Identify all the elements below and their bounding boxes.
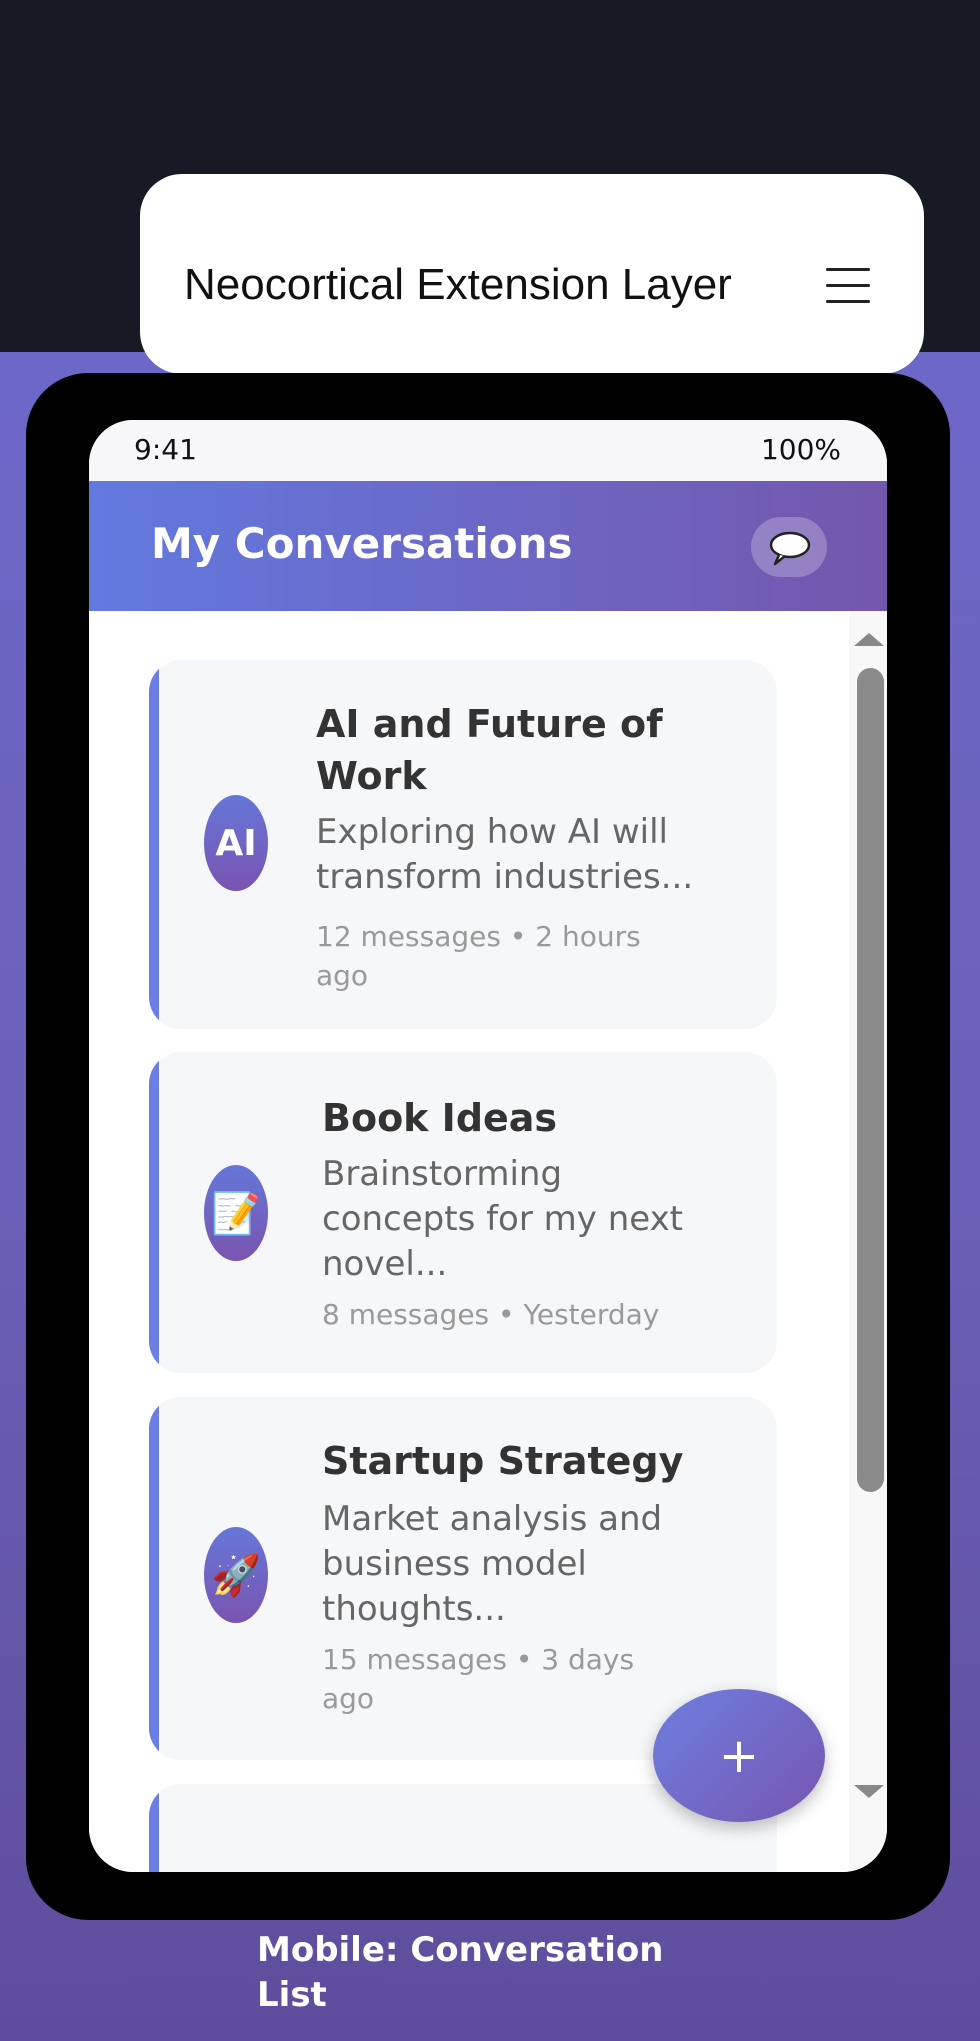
conversation-title: Startup Strategy: [322, 1439, 684, 1483]
app-title: Neocortical Extension Layer: [184, 260, 732, 309]
conversation-avatar: AI: [204, 795, 268, 891]
card-accent: [149, 1784, 159, 1872]
status-bar: 9:41 100%: [89, 420, 887, 481]
card-accent: [149, 1397, 159, 1760]
conversation-meta: 15 messages • 3 days ago: [322, 1643, 635, 1715]
screen-caption: Mobile: Conversation List: [257, 1930, 664, 2015]
hamburger-menu-icon[interactable]: [826, 266, 870, 306]
card-accent: [149, 1052, 159, 1373]
page-title: My Conversations: [151, 519, 573, 568]
conversation-preview: Market analysis and business model thoug…: [322, 1499, 663, 1629]
rocket-icon: 🚀: [204, 1527, 268, 1623]
conversation-meta: 8 messages • Yesterday: [322, 1298, 660, 1331]
conversation-list[interactable]: AI AI and Future of Work Exploring how A…: [89, 611, 849, 1872]
speech-bubble-icon: [769, 531, 811, 566]
scrollbar[interactable]: [849, 611, 887, 1872]
conversation-title: Book Ideas: [322, 1096, 558, 1140]
conversation-card[interactable]: 📝 Book Ideas Brainstorming concepts for …: [149, 1052, 777, 1373]
scroll-down-arrow-icon[interactable]: [854, 1785, 884, 1798]
memo-icon: 📝: [204, 1165, 268, 1261]
conversation-title: AI and Future of Work: [316, 702, 663, 798]
status-time: 9:41: [134, 433, 197, 466]
add-conversation-button[interactable]: +: [653, 1689, 825, 1822]
app-title-bar: Neocortical Extension Layer: [140, 174, 924, 374]
card-accent: [149, 660, 159, 1029]
scroll-up-arrow-icon[interactable]: [854, 633, 884, 646]
conversation-card[interactable]: AI AI and Future of Work Exploring how A…: [149, 660, 777, 1029]
scrollbar-thumb[interactable]: [857, 668, 884, 1492]
new-chat-button[interactable]: [751, 517, 827, 577]
phone-screen: 9:41 100% My Conversations AI AI and Fut…: [89, 420, 887, 1872]
app-header: My Conversations: [89, 481, 887, 611]
conversation-preview: Brainstorming concepts for my next novel…: [322, 1154, 684, 1284]
conversation-preview: Exploring how AI will transform industri…: [316, 812, 694, 897]
conversation-meta: 12 messages • 2 hours ago: [316, 920, 641, 992]
status-battery: 100%: [760, 433, 841, 466]
